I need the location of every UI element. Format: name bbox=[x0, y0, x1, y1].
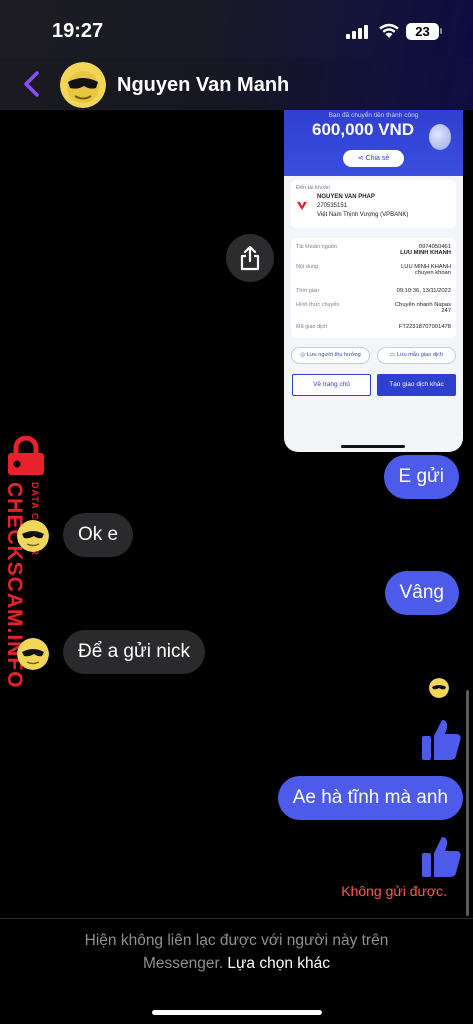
message-bubble-outgoing[interactable]: Ae hà tĩnh mà anh bbox=[277, 776, 463, 820]
receipt-amount: 600,000 VND bbox=[312, 120, 415, 139]
notice-line-1: Hiện không liên lạc được với người này t… bbox=[84, 932, 389, 949]
contact-avatar-small[interactable] bbox=[17, 520, 49, 552]
contact-name[interactable]: Nguyen Van Manh bbox=[117, 74, 289, 97]
detail-label: Tài khoản nguồn bbox=[296, 244, 337, 250]
bookmark-icon: ▭ bbox=[389, 352, 397, 358]
save-payee-label: Lưu người thụ hưởng bbox=[306, 352, 361, 358]
unavailable-notice: Hiện không liên lạc được với người này t… bbox=[0, 929, 473, 975]
message-bubble-incoming[interactable]: Ok e bbox=[63, 513, 134, 557]
receipt-share-button: ⋖ Chia sẻ bbox=[343, 150, 404, 167]
detail-value: 09:10:36, 13/11/2022 bbox=[396, 288, 451, 294]
chevron-left-icon[interactable] bbox=[18, 68, 46, 100]
message-bubble-outgoing[interactable]: E gửi bbox=[383, 455, 459, 499]
receipt-share-label: Chia sẻ bbox=[365, 155, 390, 162]
detail-row: Nội dung LUU MINH KHANH chuyen khoan bbox=[296, 264, 451, 276]
chat-header: Nguyen Van Manh bbox=[0, 58, 473, 110]
bank-logo-icon bbox=[297, 202, 307, 210]
save-template-chip: ▭ Lưu mẫu giao dịch bbox=[377, 347, 456, 364]
detail-row: Tài khoản nguồn 0974050461 LUU MINH KHANH bbox=[296, 244, 451, 256]
detail-label: Hình thức chuyển bbox=[296, 302, 340, 308]
share-icon: ⋖ bbox=[357, 155, 366, 162]
detail-row: Hình thức chuyển Chuyển nhanh Napas 247 bbox=[296, 302, 451, 314]
battery-icon: 23 bbox=[406, 23, 439, 40]
to-account-label: Đến tài khoản bbox=[296, 185, 330, 191]
scrollbar[interactable] bbox=[466, 690, 469, 916]
share-button[interactable] bbox=[226, 234, 274, 282]
message-bubble-outgoing[interactable]: Vâng bbox=[384, 571, 459, 615]
status-time: 19:27 bbox=[52, 20, 104, 42]
detail-label: Thời gian bbox=[296, 288, 320, 294]
receipt-new-transaction-button: Tạo giao dịch khác bbox=[377, 374, 456, 396]
transaction-details-card: Tài khoản nguồn 0974050461 LUU MINH KHANH… bbox=[291, 238, 456, 338]
receipt-header: Bạn đã chuyển tiền thành công 600,000 VN… bbox=[284, 110, 463, 176]
receipt-home-indicator bbox=[341, 445, 405, 448]
thumbs-up-icon[interactable] bbox=[420, 716, 462, 762]
send-error-text: Không gửi được. bbox=[341, 883, 447, 899]
battery-nub bbox=[440, 28, 442, 34]
contact-avatar[interactable] bbox=[60, 62, 106, 108]
wifi-icon bbox=[379, 23, 399, 38]
detail-value: FT22318707001478 bbox=[398, 324, 451, 330]
detail-value: 0974050461 LUU MINH KHANH bbox=[400, 244, 451, 256]
status-bar: 19:27 23 bbox=[0, 0, 473, 58]
notice-line-2: Messenger. bbox=[142, 955, 224, 972]
detail-row: Thời gian 09:10:36, 13/11/2022 bbox=[296, 288, 451, 294]
message-bubble-incoming[interactable]: Để a gửi nick bbox=[63, 630, 205, 674]
contact-avatar-small[interactable] bbox=[17, 638, 49, 670]
lock-icon bbox=[8, 436, 44, 475]
footer-divider bbox=[0, 918, 473, 919]
cellular-signal-icon bbox=[346, 25, 368, 39]
recipient-account: 270535151 bbox=[317, 203, 348, 209]
thumbs-up-icon[interactable] bbox=[420, 833, 462, 879]
detail-value: LUU MINH KHANH chuyen khoan bbox=[401, 264, 451, 276]
home-indicator[interactable] bbox=[152, 1010, 322, 1015]
seen-avatar bbox=[429, 678, 449, 698]
bank-transfer-receipt-image[interactable]: Bạn đã chuyển tiền thành công 600,000 VN… bbox=[284, 110, 463, 452]
recipient-card: Đến tài khoản NGUYEN VAN PHAP 270535151 … bbox=[291, 180, 456, 228]
detail-row: Mã giao dịch FT22318707001478 bbox=[296, 324, 451, 330]
recipient-name: NGUYEN VAN PHAP bbox=[317, 194, 375, 200]
save-payee-chip: ◎ Lưu người thụ hưởng bbox=[291, 347, 370, 364]
detail-value: Chuyển nhanh Napas 247 bbox=[394, 302, 451, 314]
detail-label: Mã giao dịch bbox=[296, 324, 328, 330]
save-template-label: Lưu mẫu giao dịch bbox=[396, 352, 444, 358]
recipient-bank: Việt Nam Thịnh Vượng (VPBANK) bbox=[317, 212, 409, 218]
share-icon bbox=[240, 245, 260, 271]
receipt-home-button: Về trang chủ bbox=[292, 374, 371, 396]
detail-label: Nội dung bbox=[296, 264, 319, 270]
receipt-title: Bạn đã chuyển tiền thành công bbox=[328, 112, 419, 119]
mascot-icon bbox=[429, 124, 451, 150]
other-options-link[interactable]: Lựa chọn khác bbox=[227, 955, 330, 972]
